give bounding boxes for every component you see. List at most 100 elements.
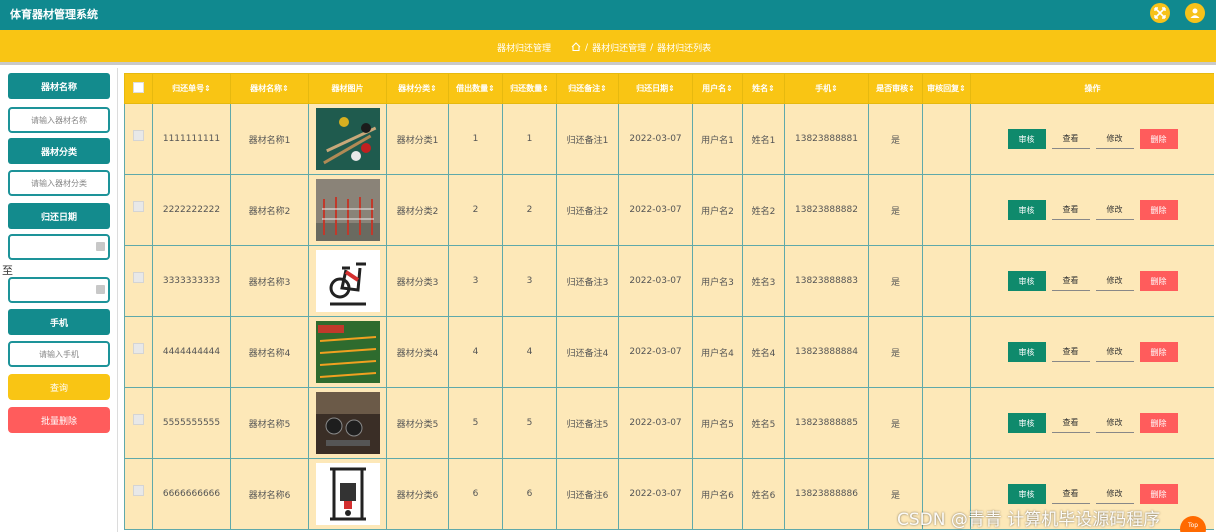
view-button[interactable]: 查看: [1051, 342, 1090, 362]
view-button[interactable]: 查看: [1051, 271, 1090, 291]
column-header[interactable]: 是否审核⇕: [868, 73, 923, 104]
delete-button[interactable]: 删除: [1139, 200, 1178, 220]
column-header[interactable]: 借出数量⇕: [448, 73, 503, 104]
view-button[interactable]: 查看: [1051, 484, 1090, 504]
return-remark-cell: 归还备注5: [556, 387, 619, 459]
equipment-image: [308, 245, 387, 317]
delete-button[interactable]: 删除: [1139, 342, 1178, 362]
delete-button[interactable]: 删除: [1139, 413, 1178, 433]
row-actions: 审核 查看 修改 删除: [970, 174, 1214, 246]
breadcrumb-link[interactable]: 器材归还管理: [592, 41, 646, 54]
phone-input[interactable]: 请输入手机: [8, 341, 110, 367]
fullscreen-icon[interactable]: [1150, 3, 1170, 23]
delete-button[interactable]: 删除: [1139, 129, 1178, 149]
column-header: 操作: [970, 73, 1214, 104]
return-remark-cell: 归还备注6: [556, 458, 619, 530]
column-header[interactable]: 用户名⇕: [692, 73, 743, 104]
edit-button[interactable]: 修改: [1095, 342, 1134, 362]
record-no-cell: 5555555555: [152, 387, 231, 459]
lend-quantity-cell: 4: [448, 316, 503, 388]
audit-button[interactable]: 审核: [1007, 342, 1046, 362]
username-cell: 用户名1: [692, 103, 743, 175]
row-checkbox[interactable]: [124, 103, 153, 175]
view-button[interactable]: 查看: [1051, 200, 1090, 220]
column-header[interactable]: 手机⇕: [784, 73, 869, 104]
equipment-name-input[interactable]: 请输入器材名称: [8, 107, 110, 133]
equipment-name-cell: 器材名称6: [230, 458, 309, 530]
row-checkbox[interactable]: [124, 316, 153, 388]
audit-status-cell: 是: [868, 103, 923, 175]
lend-quantity-cell: 5: [448, 387, 503, 459]
table-row: 4444444444 器材名称4 器材分类4 4 4 归还备注4 2022-03-07 用户名…: [124, 316, 1214, 388]
row-checkbox[interactable]: [124, 245, 153, 317]
equipment-category-cell: 器材分类6: [386, 458, 449, 530]
delete-button[interactable]: 删除: [1139, 484, 1178, 504]
return-date-cell: 2022-03-07: [618, 387, 693, 459]
edit-button[interactable]: 修改: [1095, 271, 1134, 291]
audit-button[interactable]: 审核: [1007, 200, 1046, 220]
column-header[interactable]: 归还备注⇕: [556, 73, 619, 104]
user-icon[interactable]: [1185, 3, 1205, 23]
date-range-to-label: 至: [2, 264, 13, 277]
phone-cell: 13823888886: [784, 458, 869, 530]
search-button[interactable]: 查询: [8, 374, 110, 400]
column-header[interactable]: 器材分类⇕: [386, 73, 449, 104]
start-date-input[interactable]: [8, 234, 110, 260]
realname-cell: 姓名6: [742, 458, 785, 530]
watermark: CSDN @青青 计算机毕设源码程序: [897, 510, 1161, 530]
calendar-icon: [96, 242, 105, 251]
equipment-category-cell: 器材分类5: [386, 387, 449, 459]
breadcrumb-separator: /: [650, 42, 654, 53]
view-button[interactable]: 查看: [1051, 129, 1090, 149]
column-header[interactable]: 审核回复⇕: [922, 73, 971, 104]
realname-cell: 姓名1: [742, 103, 785, 175]
bulk-delete-button[interactable]: 批量删除: [8, 407, 110, 433]
select-all-checkbox[interactable]: [124, 73, 153, 104]
return-date-cell: 2022-03-07: [618, 316, 693, 388]
record-no-cell: 2222222222: [152, 174, 231, 246]
return-date-cell: 2022-03-07: [618, 458, 693, 530]
column-header[interactable]: 归还数量⇕: [502, 73, 557, 104]
column-header[interactable]: 器材名称⇕: [230, 73, 309, 104]
column-header[interactable]: 姓名⇕: [742, 73, 785, 104]
end-date-input[interactable]: [8, 277, 110, 303]
home-icon[interactable]: [571, 41, 581, 54]
phone-cell: 13823888882: [784, 174, 869, 246]
row-checkbox[interactable]: [124, 387, 153, 459]
audit-button[interactable]: 审核: [1007, 484, 1046, 504]
column-header[interactable]: 归还单号⇕: [152, 73, 231, 104]
username-cell: 用户名3: [692, 245, 743, 317]
audit-reply-cell: [922, 316, 971, 388]
equipment-image: [308, 174, 387, 246]
equipment-name-cell: 器材名称1: [230, 103, 309, 175]
audit-button[interactable]: 审核: [1007, 271, 1046, 291]
table-row: 3333333333 器材名称3 器材分类3 3 3 归还备注3 2022-03-07 用户名…: [124, 245, 1214, 317]
delete-button[interactable]: 删除: [1139, 271, 1178, 291]
view-button[interactable]: 查看: [1051, 413, 1090, 433]
table-row: 5555555555 器材名称5 器材分类5 5 5 归还备注5 2022-03-07 用户名…: [124, 387, 1214, 459]
row-actions: 审核 查看 修改 删除: [970, 387, 1214, 459]
column-header[interactable]: 归还日期⇕: [618, 73, 693, 104]
equipment-category-input[interactable]: 请输入器材分类: [8, 170, 110, 196]
edit-button[interactable]: 修改: [1095, 200, 1134, 220]
edit-button[interactable]: 修改: [1095, 129, 1134, 149]
row-checkbox[interactable]: [124, 458, 153, 530]
audit-button[interactable]: 审核: [1007, 413, 1046, 433]
return-records-table: 归还单号⇕ 器材名称⇕ 器材图片 器材分类⇕ 借出数量⇕ 归还数量⇕ 归还备注⇕…: [124, 73, 1214, 532]
username-cell: 用户名6: [692, 458, 743, 530]
equipment-name-cell: 器材名称3: [230, 245, 309, 317]
audit-button[interactable]: 审核: [1007, 129, 1046, 149]
return-quantity-cell: 2: [502, 174, 557, 246]
app-title: 体育器材管理系统: [10, 8, 98, 21]
return-date-cell: 2022-03-07: [618, 103, 693, 175]
return-quantity-cell: 5: [502, 387, 557, 459]
return-date-cell: 2022-03-07: [618, 174, 693, 246]
search-panel: 器材名称 请输入器材名称 器材分类 请输入器材分类 归还日期 至 手机 请输入手…: [0, 68, 118, 532]
username-cell: 用户名5: [692, 387, 743, 459]
equipment-category-cell: 器材分类4: [386, 316, 449, 388]
table-header-row: 归还单号⇕ 器材名称⇕ 器材图片 器材分类⇕ 借出数量⇕ 归还数量⇕ 归还备注⇕…: [124, 73, 1214, 104]
edit-button[interactable]: 修改: [1095, 484, 1134, 504]
return-quantity-cell: 4: [502, 316, 557, 388]
edit-button[interactable]: 修改: [1095, 413, 1134, 433]
row-checkbox[interactable]: [124, 174, 153, 246]
